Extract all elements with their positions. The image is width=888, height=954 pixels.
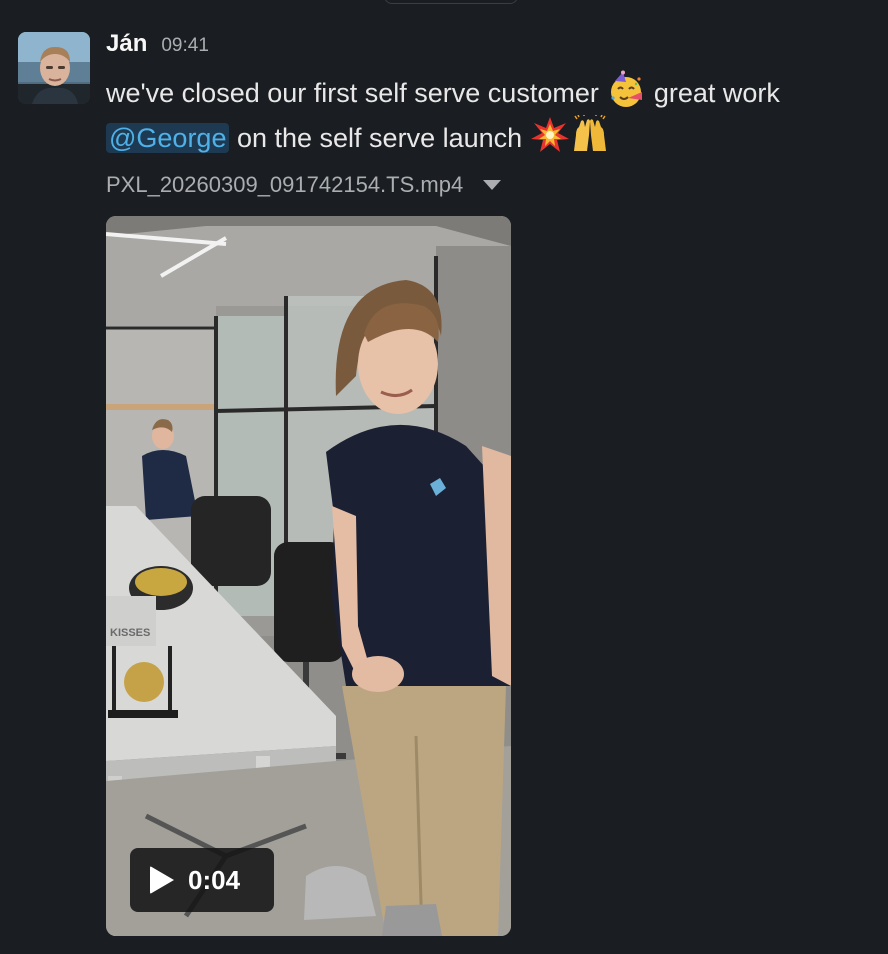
chat-message: Ján 09:41 we've closed our first self se… [0, 0, 888, 954]
chevron-down-icon[interactable] [483, 180, 502, 190]
message-text-part3: on the self serve launch [229, 123, 530, 153]
partying-face-emoji [606, 70, 646, 110]
raising-hands-emoji [570, 115, 610, 155]
play-icon[interactable] [150, 866, 174, 894]
collision-emoji [530, 115, 570, 155]
avatar[interactable] [18, 32, 90, 104]
video-thumbnail: KISSES [106, 216, 511, 936]
sender-name[interactable]: Ján [106, 30, 147, 58]
message-text: we've closed our first self serve custom… [106, 70, 876, 160]
attachment-filename[interactable]: PXL_20260309_091742154.TS.mp4 [106, 172, 463, 198]
user-mention-george[interactable]: @George [106, 123, 230, 153]
video-duration: 0:04 [188, 864, 241, 895]
attachment-header: PXL_20260309_091742154.TS.mp4 [106, 172, 502, 198]
sticker-text: KISSES [110, 627, 150, 639]
message-text-part2: great work [646, 78, 780, 108]
message-timestamp[interactable]: 09:41 [161, 35, 209, 57]
video-controls[interactable]: 0:04 [130, 848, 274, 912]
video-attachment[interactable]: KISSES 0:04 [106, 216, 511, 936]
message-text-part1: we've closed our first self serve custom… [106, 78, 599, 108]
